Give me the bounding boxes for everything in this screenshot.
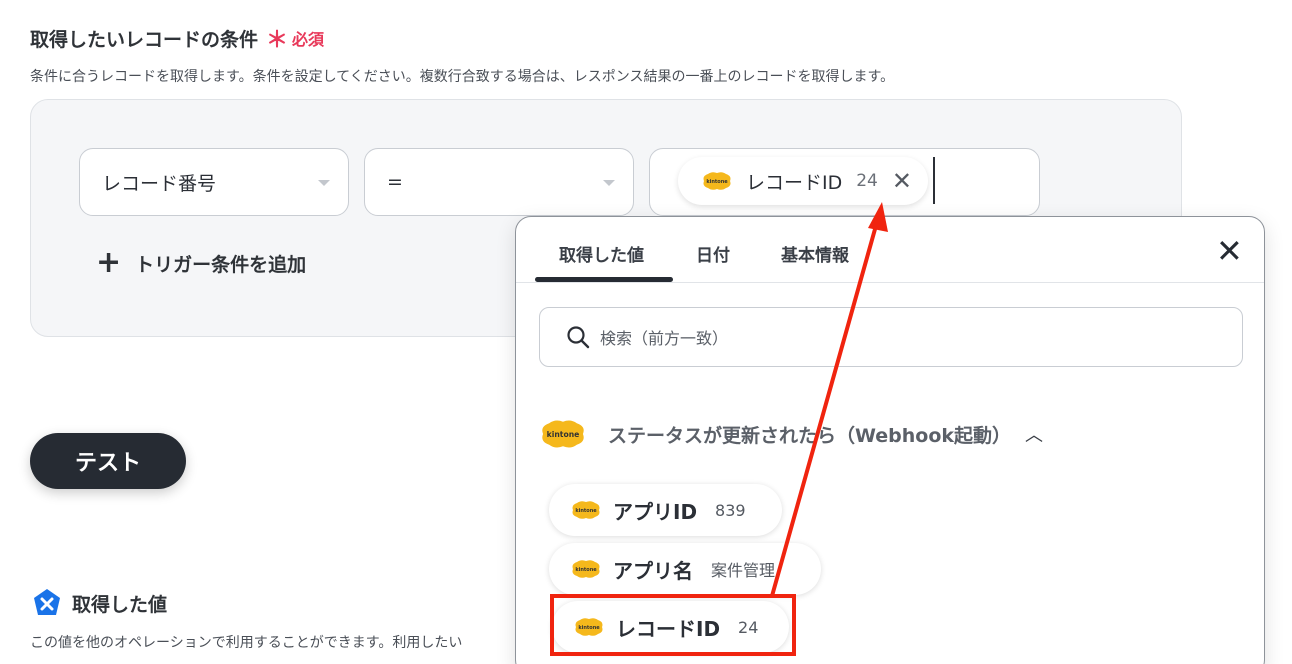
acquired-title: 取得した値 xyxy=(32,588,167,618)
operator-select[interactable]: = xyxy=(364,148,634,216)
item-value: 案件管理 xyxy=(711,561,776,580)
plus-icon: + xyxy=(96,245,122,280)
value-chip[interactable]: kintone レコードID 24 ✕ xyxy=(678,157,928,205)
add-trigger-label: トリガー条件を追加 xyxy=(135,253,307,276)
svg-text:kintone: kintone xyxy=(575,508,597,514)
svg-text:kintone: kintone xyxy=(706,179,728,185)
required-label: 必須 xyxy=(292,30,325,49)
list-item[interactable]: kintone アプリID 839 xyxy=(549,484,782,536)
search-placeholder: 検索（前方一致） xyxy=(600,329,729,348)
highlight-box xyxy=(550,594,796,656)
tab-basic-info[interactable]: 基本情報 xyxy=(781,241,849,266)
acquired-description: この値を他のオペレーションで利用することができます。利用したい xyxy=(30,635,463,651)
field-select[interactable]: レコード番号 xyxy=(79,148,349,216)
kintone-logo-icon: kintone xyxy=(572,560,600,578)
kintone-logo-icon: kintone xyxy=(703,172,731,190)
item-label: アプリID xyxy=(613,499,698,524)
group-name: ステータスが更新されたら（Webhook起動） xyxy=(608,424,1012,447)
chip-value: 24 xyxy=(856,171,878,191)
add-trigger-button[interactable]: + トリガー条件を追加 xyxy=(96,248,306,278)
group-header[interactable]: kintone ステータスが更新されたら（Webhook起動） ︿ xyxy=(540,417,1043,451)
tab-date[interactable]: 日付 xyxy=(696,241,730,266)
svg-text:kintone: kintone xyxy=(547,430,580,439)
item-label: アプリ名 xyxy=(613,558,693,583)
yoom-logo-icon xyxy=(34,589,60,615)
section-title-text: 取得したいレコードの条件 xyxy=(30,28,259,51)
caret-down-icon xyxy=(603,180,615,186)
test-button[interactable]: テスト xyxy=(30,433,186,489)
popup-tabs: 取得した値 日付 基本情報 xyxy=(516,217,1264,283)
caret-down-icon xyxy=(318,180,330,186)
section-description: 条件に合うレコードを取得します。条件を設定してください。複数行合致する場合は、レ… xyxy=(30,69,895,85)
close-icon[interactable]: ✕ xyxy=(1216,235,1243,267)
list-item[interactable]: kintone アプリ名 案件管理 xyxy=(549,543,821,595)
field-select-value: レコード番号 xyxy=(102,172,217,195)
text-cursor xyxy=(933,157,935,204)
remove-chip-icon[interactable]: ✕ xyxy=(892,169,912,193)
active-tab-indicator xyxy=(535,277,673,282)
tab-acquired-values[interactable]: 取得した値 xyxy=(559,241,644,266)
item-value: 839 xyxy=(715,500,746,520)
acquired-title-text: 取得した値 xyxy=(72,593,168,616)
chip-label: レコードID xyxy=(746,171,843,194)
operator-select-value: = xyxy=(387,171,403,193)
section-title: 取得したいレコードの条件 ＊ 必須 xyxy=(30,22,324,54)
svg-text:kintone: kintone xyxy=(575,567,597,573)
chevron-up-icon: ︿ xyxy=(1025,425,1044,446)
search-icon xyxy=(567,326,590,349)
kintone-logo-icon: kintone xyxy=(572,501,600,519)
kintone-logo-icon: kintone xyxy=(542,420,584,448)
required-asterisk: ＊ xyxy=(266,28,289,53)
search-input[interactable]: 検索（前方一致） xyxy=(539,307,1243,367)
